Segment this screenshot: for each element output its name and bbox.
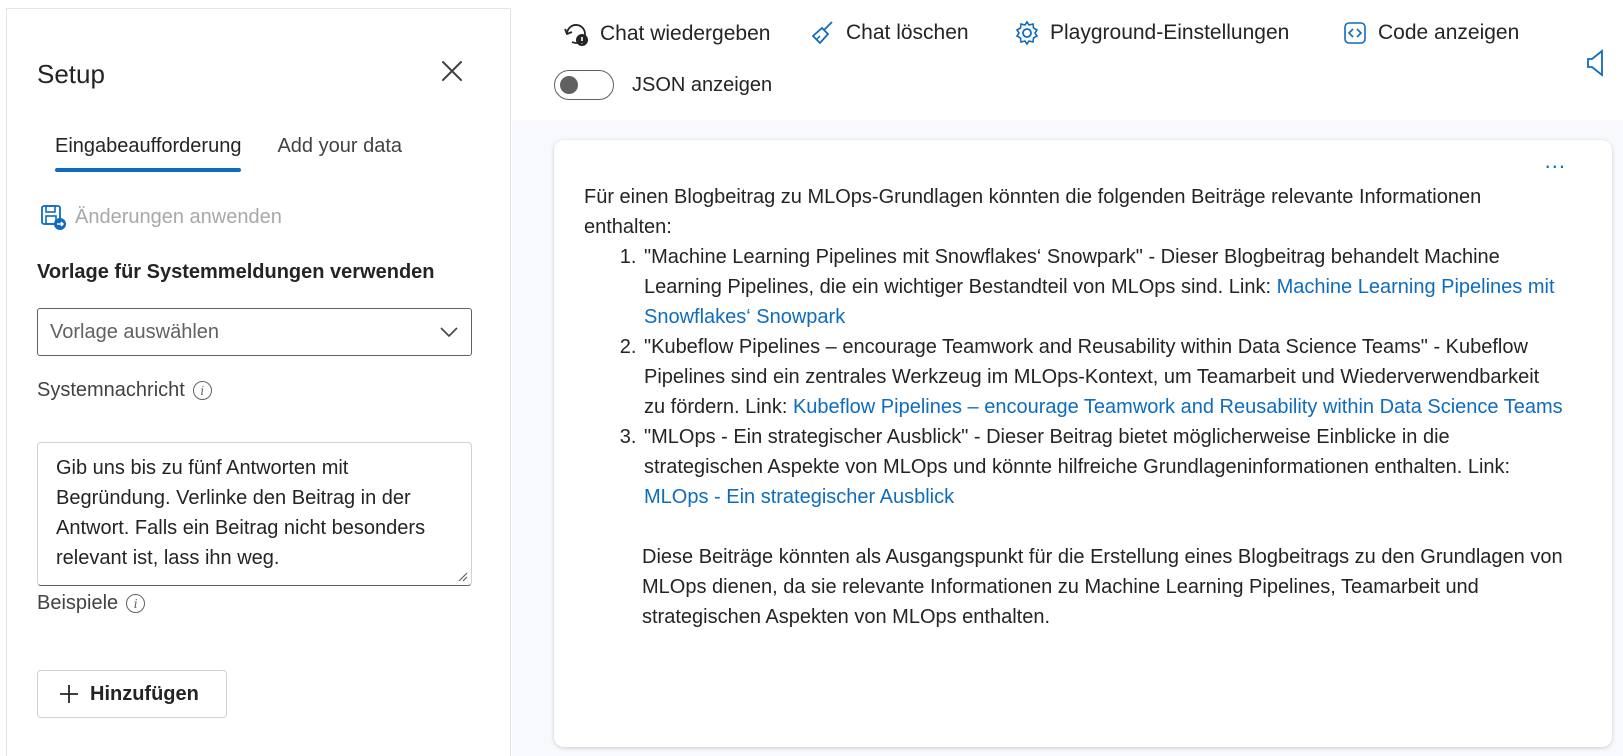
show-json-label: JSON anzeigen (632, 73, 773, 96)
message-intro: Für einen Blogbeitrag zu MLOps-Grundlage… (584, 186, 1482, 238)
toggle-knob (560, 76, 578, 94)
add-button-label: Hinzufügen (90, 682, 199, 705)
setup-tabs: Eingabeaufforderung Add your data (37, 127, 420, 172)
replay-chat-button[interactable]: Chat wiedergeben (562, 20, 770, 48)
examples-label-row: Beispiele i (37, 592, 146, 615)
speaker-icon[interactable] (1584, 48, 1608, 78)
system-message-textarea[interactable]: Gib uns bis zu fünf Antworten mit Begrün… (37, 442, 472, 586)
show-json-row: JSON anzeigen (554, 70, 772, 100)
list-item: "Kubeflow Pipelines – encourage Teamwork… (642, 332, 1564, 422)
template-select-value: Vorlage auswählen (50, 320, 220, 343)
setup-title: Setup (37, 59, 105, 89)
list-item: "Machine Learning Pipelines mit Snowflak… (642, 242, 1564, 332)
message-closing: Diese Beiträge könnten als Ausgangspunkt… (642, 546, 1563, 628)
message-list: "Machine Learning Pipelines mit Snowflak… (642, 242, 1564, 512)
playground-settings-label: Playground-Einstellungen (1050, 21, 1290, 44)
template-section-label: Vorlage für Systemmeldungen verwenden (37, 261, 435, 283)
add-example-button[interactable]: Hinzufügen (37, 670, 227, 718)
info-icon[interactable]: i (192, 381, 212, 400)
list-item-link[interactable]: MLOps - Ein strategischer Ausblick (644, 486, 954, 508)
replay-chat-icon (564, 24, 588, 46)
clear-chat-label: Chat löschen (846, 21, 969, 44)
more-options-button[interactable]: ... (1545, 148, 1566, 174)
view-code-button[interactable]: Code anzeigen (1342, 20, 1519, 46)
chat-area: Chat wiedergeben Chat löschen Playground… (512, 8, 1623, 756)
examples-label: Beispiele (37, 592, 119, 614)
tab-add-your-data[interactable]: Add your data (259, 127, 420, 172)
system-message-label: Systemnachricht (37, 379, 185, 401)
view-code-label: Code anzeigen (1378, 21, 1520, 44)
chat-toolbar: Chat wiedergeben Chat löschen Playground… (512, 8, 1623, 120)
close-setup-button[interactable] (440, 59, 464, 83)
clear-chat-button[interactable]: Chat löschen (810, 20, 969, 46)
list-item-text: "MLOps - Ein strategischer Ausblick" - D… (644, 426, 1511, 478)
list-item-link[interactable]: Kubeflow Pipelines – encourage Teamwork … (793, 396, 1563, 418)
code-icon (1344, 22, 1366, 44)
gear-icon (1015, 20, 1039, 46)
apply-changes-button[interactable]: Änderungen anwenden (39, 203, 282, 231)
tab-eingabeaufforderung[interactable]: Eingabeaufforderung (37, 127, 259, 172)
chevron-down-icon (440, 327, 458, 338)
apply-changes-label: Änderungen anwenden (75, 205, 282, 228)
template-select[interactable]: Vorlage auswählen (37, 308, 472, 356)
show-json-toggle[interactable] (554, 70, 614, 100)
close-icon (442, 61, 462, 81)
broom-icon (811, 21, 833, 45)
system-message-text: Gib uns bis zu fünf Antworten mit Begrün… (56, 457, 426, 569)
setup-panel: Setup Eingabeaufforderung Add your data … (6, 8, 511, 756)
playground-settings-button[interactable]: Playground-Einstellungen (1014, 20, 1289, 46)
info-icon[interactable]: i (126, 594, 146, 613)
resize-grip-icon[interactable] (456, 570, 468, 582)
save-apply-icon (41, 205, 66, 230)
assistant-message-card: ... Für einen Blogbeitrag zu MLOps-Grund… (554, 140, 1612, 747)
list-item: "MLOps - Ein strategischer Ausblick" - D… (642, 422, 1564, 512)
replay-chat-label: Chat wiedergeben (600, 22, 771, 45)
assistant-message: Für einen Blogbeitrag zu MLOps-Grundlage… (584, 182, 1564, 632)
plus-icon (60, 685, 78, 703)
system-message-label-row: Systemnachricht i (37, 379, 212, 402)
